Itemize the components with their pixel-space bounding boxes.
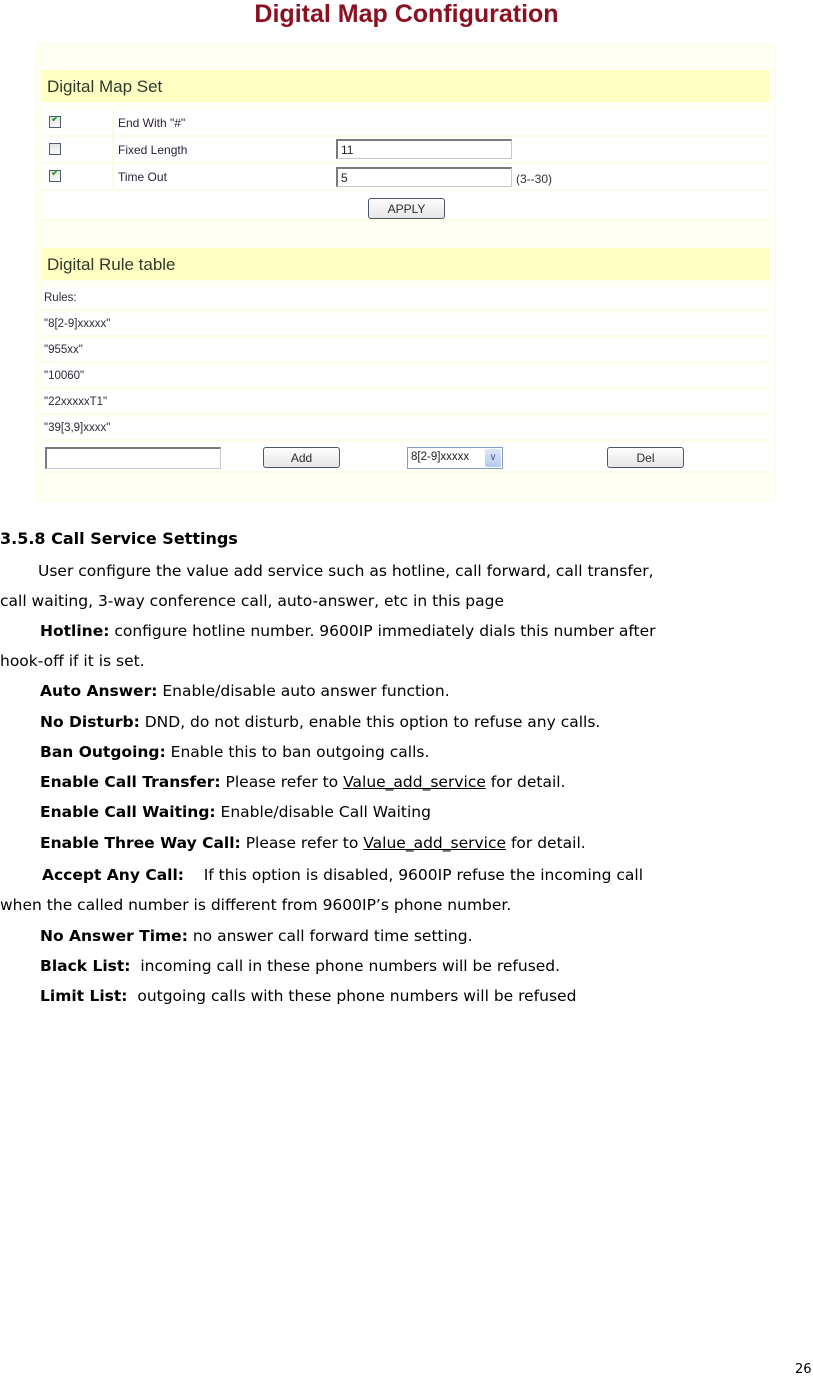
item-ban-outgoing: Ban Outgoing: Enable this to ban outgoin… bbox=[40, 742, 813, 762]
rule-text: "39[3,9]xxxx" bbox=[44, 422, 111, 434]
item-accept-any-call-cont: when the called number is different from… bbox=[0, 896, 512, 914]
item-black-list: Black List: incoming call in these phone… bbox=[40, 956, 813, 976]
rule-text: "955xx" bbox=[44, 344, 83, 356]
time-out-input[interactable] bbox=[336, 167, 512, 187]
page-number: 26 bbox=[795, 1362, 812, 1377]
rule-text: "22xxxxxT1" bbox=[44, 396, 108, 408]
end-with-hash-checkbox[interactable] bbox=[49, 114, 61, 128]
desc: DND, do not disturb, enable this option … bbox=[139, 713, 601, 731]
rules-label: Rules: bbox=[44, 292, 77, 304]
rule-controls-row: Add 8[2-9]xxxxx ∨ Del bbox=[42, 443, 769, 473]
end-with-hash-row: End With "#" bbox=[42, 110, 769, 137]
intro-line-1: User configure the value add service suc… bbox=[38, 562, 654, 580]
fixed-length-row: Fixed Length bbox=[42, 137, 769, 164]
value-add-service-link[interactable]: Value_add_service bbox=[363, 834, 506, 852]
time-out-label: Time Out bbox=[118, 170, 167, 184]
item-auto-answer: Auto Answer: Enable/disable auto answer … bbox=[40, 681, 813, 701]
rule-item: "22xxxxxT1" bbox=[42, 391, 769, 415]
desc: If this option is disabled, 9600IP refus… bbox=[183, 866, 644, 884]
term: Enable Call Transfer: bbox=[40, 773, 221, 791]
item-accept-any-call: Accept Any Call: If this option is disab… bbox=[42, 865, 813, 885]
chevron-down-icon[interactable]: ∨ bbox=[485, 449, 501, 467]
term: Enable Three Way Call: bbox=[40, 834, 241, 852]
new-rule-input[interactable] bbox=[45, 447, 221, 469]
item-call-transfer: Enable Call Transfer: Please refer to Va… bbox=[40, 772, 813, 792]
rule-item: "8[2-9]xxxxx" bbox=[42, 313, 769, 337]
desc: Enable/disable auto answer function. bbox=[157, 682, 450, 700]
rule-text: "8[2-9]xxxxx" bbox=[44, 318, 111, 330]
rules-label-row: Rules: bbox=[42, 287, 769, 311]
desc: no answer call forward time setting. bbox=[187, 927, 473, 945]
add-rule-button[interactable]: Add bbox=[263, 447, 340, 468]
desc: configure hotline number. 9600IP immedia… bbox=[109, 622, 656, 640]
time-out-checkbox[interactable] bbox=[49, 168, 61, 182]
rule-select[interactable]: 8[2-9]xxxxx ∨ bbox=[407, 447, 503, 469]
term: Auto Answer: bbox=[40, 682, 158, 700]
desc: Enable/disable Call Waiting bbox=[215, 803, 431, 821]
desc: Enable this to ban outgoing calls. bbox=[165, 743, 430, 761]
rule-item: "39[3,9]xxxx" bbox=[42, 417, 769, 441]
time-out-row: Time Out (3--30) bbox=[42, 164, 769, 191]
fixed-length-checkbox[interactable] bbox=[49, 143, 61, 155]
value-add-service-link[interactable]: Value_add_service bbox=[343, 773, 486, 791]
end-with-hash-label: End With "#" bbox=[118, 116, 186, 130]
item-three-way-call: Enable Three Way Call: Please refer to V… bbox=[40, 833, 813, 853]
term: Limit List: bbox=[40, 987, 128, 1005]
fixed-length-input[interactable] bbox=[336, 139, 512, 159]
rule-text: "10060" bbox=[44, 370, 85, 382]
apply-row: APPLY bbox=[42, 191, 769, 221]
desc: incoming call in these phone numbers wil… bbox=[130, 957, 561, 975]
term: No Disturb: bbox=[40, 713, 140, 731]
figure-title: Digital Map Configuration bbox=[254, 0, 559, 28]
term: Hotline: bbox=[40, 622, 110, 640]
rule-item: "10060" bbox=[42, 365, 769, 389]
rule-item: "955xx" bbox=[42, 339, 769, 363]
term: Accept Any Call: bbox=[42, 866, 184, 884]
intro-line-2: call waiting, 3-way conference call, aut… bbox=[0, 592, 504, 610]
section-heading: 3.5.8 Call Service Settings bbox=[0, 529, 238, 548]
item-no-answer-time: No Answer Time: no answer call forward t… bbox=[40, 926, 813, 946]
term: Ban Outgoing: bbox=[40, 743, 166, 761]
digital-rule-table-heading: Digital Rule table bbox=[42, 248, 769, 280]
digital-map-set-heading: Digital Map Set bbox=[42, 70, 769, 102]
rule-select-value: 8[2-9]xxxxx bbox=[411, 451, 470, 463]
time-out-range-hint: (3--30) bbox=[516, 172, 553, 186]
term: Enable Call Waiting: bbox=[40, 803, 216, 821]
digital-map-panel: Digital Map Set End With "#" Fixed Lengt… bbox=[36, 44, 776, 501]
item-hotline: Hotline: configure hotline number. 9600I… bbox=[40, 621, 813, 641]
fixed-length-label: Fixed Length bbox=[118, 143, 188, 157]
item-limit-list: Limit List: outgoing calls with these ph… bbox=[40, 986, 813, 1006]
term: No Answer Time: bbox=[40, 927, 188, 945]
apply-button[interactable]: APPLY bbox=[368, 198, 445, 219]
desc: Please refer to bbox=[220, 773, 344, 791]
item-no-disturb: No Disturb: DND, do not disturb, enable … bbox=[40, 712, 813, 732]
desc: Please refer to bbox=[240, 834, 364, 852]
term: Black List: bbox=[40, 957, 131, 975]
item-hotline-cont: hook-off if it is set. bbox=[0, 652, 145, 670]
delete-rule-button[interactable]: Del bbox=[607, 447, 684, 468]
desc: for detail. bbox=[506, 834, 586, 852]
item-call-waiting: Enable Call Waiting: Enable/disable Call… bbox=[40, 802, 813, 822]
desc: outgoing calls with these phone numbers … bbox=[127, 987, 577, 1005]
desc: for detail. bbox=[485, 773, 566, 791]
